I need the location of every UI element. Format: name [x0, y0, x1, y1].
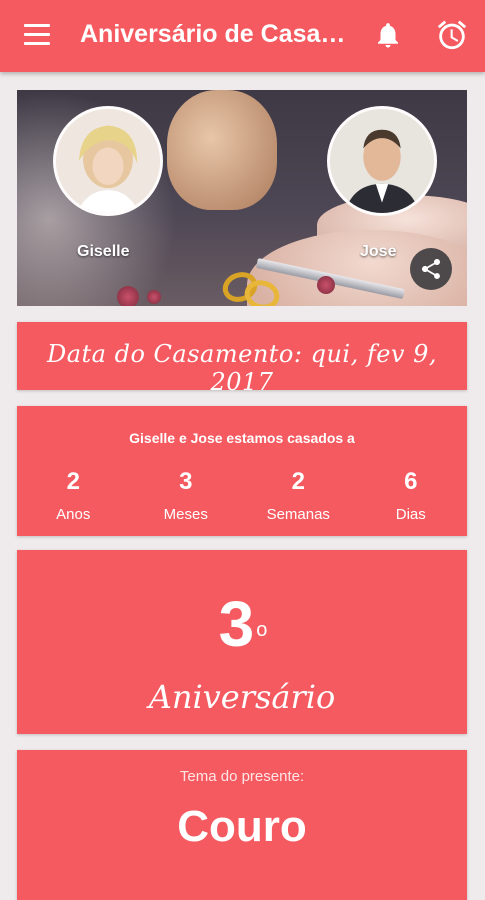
- couple-photo-banner: Giselle Jose: [17, 90, 467, 306]
- flower-decoration: [117, 286, 139, 306]
- flower-decoration: [317, 276, 335, 294]
- wedding-rings-icon: [222, 272, 280, 306]
- anniversary-number-value: 3: [218, 588, 255, 660]
- share-icon[interactable]: [410, 248, 452, 290]
- years-value: 2: [66, 468, 80, 495]
- partner1-name: Giselle: [77, 243, 130, 260]
- years-label: Anos: [56, 506, 91, 523]
- bell-icon[interactable]: [373, 20, 403, 50]
- gift-theme-label: Tema do presente:: [179, 768, 305, 785]
- duration-months: 3 Meses: [130, 466, 243, 523]
- ordinal-indicator: o: [256, 619, 268, 641]
- flower-decoration: [147, 290, 161, 304]
- menu-icon[interactable]: [24, 24, 50, 46]
- partner2-avatar[interactable]: [327, 106, 437, 216]
- duration-grid: 2 Anos 3 Meses 2 Semanas 6 Dias: [17, 466, 467, 523]
- duration-heading: Giselle e Jose estamos casados a: [129, 430, 355, 446]
- days-value: 6: [404, 468, 418, 495]
- married-duration-card: Giselle e Jose estamos casados a 2 Anos …: [17, 406, 467, 536]
- gift-theme-card: Tema do presente: Couro: [17, 750, 467, 900]
- wedding-date-card[interactable]: Data do Casamento: qui, fev 9, 2017: [17, 322, 467, 396]
- hand-image: [167, 90, 277, 210]
- anniversary-card: 3o Aniversário: [17, 550, 467, 734]
- partner1-avatar[interactable]: [53, 106, 163, 216]
- app-bar: Aniversário de Casa…: [0, 0, 485, 72]
- months-value: 3: [179, 468, 193, 495]
- gift-theme-value: Couro: [177, 802, 307, 851]
- alarm-clock-icon[interactable]: [435, 18, 469, 52]
- days-label: Dias: [395, 506, 426, 523]
- weeks-label: Semanas: [266, 506, 330, 523]
- anniversary-label: Aniversário: [148, 678, 336, 716]
- anniversary-number: 3o: [17, 592, 467, 656]
- weeks-value: 2: [291, 468, 305, 495]
- app-title: Aniversário de Casa…: [80, 20, 346, 48]
- duration-weeks: 2 Semanas: [242, 466, 355, 523]
- wedding-date-text: Data do Casamento: qui, fev 9, 2017: [46, 340, 438, 396]
- duration-days: 6 Dias: [355, 466, 468, 523]
- duration-years: 2 Anos: [17, 466, 130, 523]
- partner2-name: Jose: [360, 243, 397, 260]
- months-label: Meses: [163, 506, 208, 523]
